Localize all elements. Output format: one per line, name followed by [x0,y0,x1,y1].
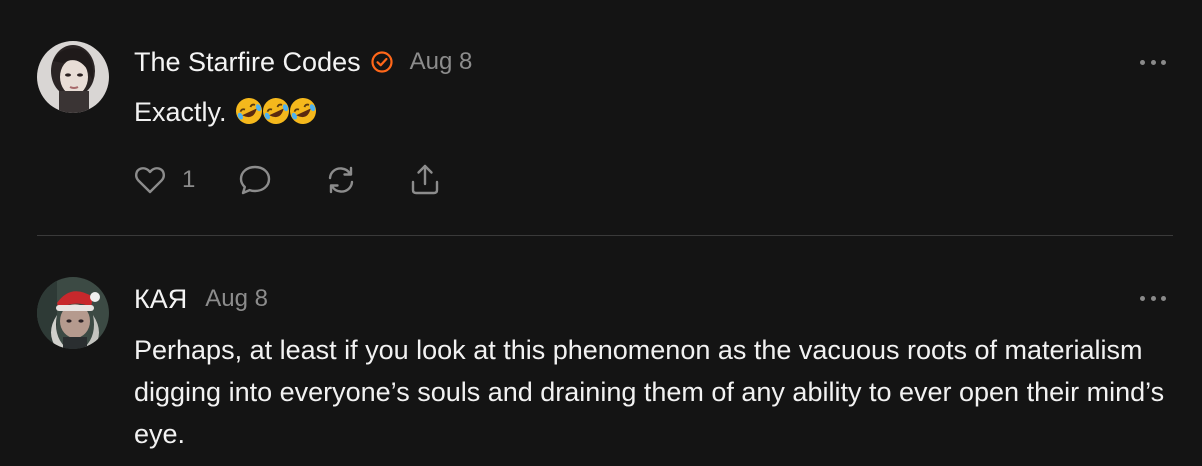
comment-date[interactable]: Aug 8 [410,48,473,76]
speech-bubble-icon [240,165,271,195]
emoji-group [234,97,317,127]
comment-divider [37,235,1173,236]
comment-body: Exactly. [134,91,1179,133]
comment-header: The Starfire Codes Aug 8 [134,42,472,82]
author-name[interactable]: КАЯ [134,284,187,315]
comment-actions: 1 [133,162,443,198]
avatar[interactable] [37,277,109,349]
comment-body: Perhaps, at least if you look at this ph… [134,329,1179,455]
rofl-emoji-icon [236,98,263,124]
like-count: 1 [182,166,196,193]
share-upload-icon [412,164,439,195]
more-options-button[interactable] [1140,291,1166,305]
comment-text: Exactly. [134,97,227,127]
more-options-button[interactable] [1140,55,1166,69]
restack-arrows-icon [329,166,354,194]
comment-date[interactable]: Aug 8 [205,285,268,313]
comment-text: Perhaps, at least if you look at this ph… [134,335,1165,449]
reply-button[interactable] [237,162,273,198]
like-button[interactable]: 1 [133,163,195,197]
comment-feed: The Starfire Codes Aug 8 Exactly. 1 КАЯ … [0,0,1202,466]
share-button[interactable] [407,162,443,198]
verified-check-icon [370,50,394,74]
restack-button[interactable] [323,162,359,198]
rofl-emoji-icon [263,98,290,124]
ellipsis-icon [1140,59,1145,65]
comment-header: КАЯ Aug 8 [134,279,268,319]
heart-icon [135,167,165,194]
ellipsis-icon [1140,295,1145,301]
author-name[interactable]: The Starfire Codes [134,47,361,78]
avatar[interactable] [37,41,109,113]
rofl-emoji-icon [290,98,317,124]
